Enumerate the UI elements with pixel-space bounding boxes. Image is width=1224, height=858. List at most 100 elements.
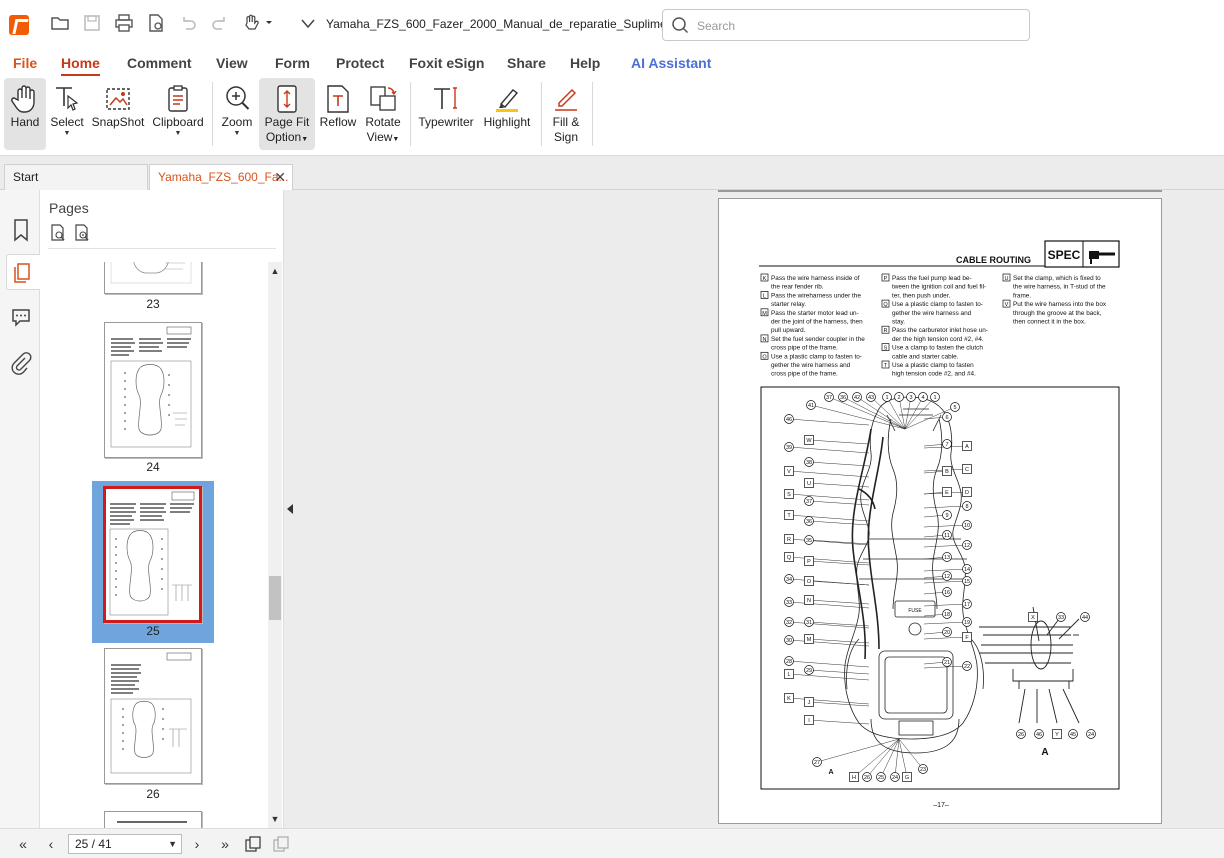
- bookmarks-button[interactable]: [6, 212, 36, 248]
- snapshot-button[interactable]: SnapShot: [90, 78, 146, 150]
- instruction-line: through the groove at the back,: [1013, 310, 1102, 317]
- previous-view-icon[interactable]: [244, 835, 262, 853]
- typewriter-button[interactable]: Typewriter: [416, 78, 476, 150]
- previous-page-icon[interactable]: ‹: [42, 835, 60, 853]
- zoom-icon: [226, 86, 250, 110]
- thumbnail-page-24[interactable]: [104, 322, 202, 458]
- instruction-line: high tension code #2, and #4.: [892, 371, 976, 378]
- next-page-icon[interactable]: ›: [188, 835, 206, 853]
- reflow-button[interactable]: Reflow: [318, 78, 358, 150]
- callout-label: 33: [786, 600, 792, 606]
- inset-caption: A: [1041, 747, 1048, 758]
- thumbnail-page-27[interactable]: [104, 811, 202, 828]
- page-number-select[interactable]: 25 / 41 ▼: [68, 834, 182, 854]
- tab-document[interactable]: Yamaha_FZS_600_Fa... ✕: [149, 164, 293, 190]
- leader-line: [904, 396, 936, 430]
- callout-label: 29: [806, 668, 812, 674]
- menu-comment[interactable]: Comment: [127, 55, 192, 71]
- page-fit-label-2: Option: [265, 130, 302, 144]
- menu-home[interactable]: Home: [61, 55, 100, 76]
- undo-icon[interactable]: [176, 13, 200, 37]
- rotate-view-button[interactable]: Rotate View▼: [362, 78, 404, 150]
- rotate-view-icon: [370, 86, 397, 111]
- hand-tool-dropdown-icon[interactable]: [240, 13, 276, 37]
- pages-panel: Pages 23 24 25 26 ▲ ▼: [40, 190, 284, 828]
- close-tab-icon[interactable]: ✕: [274, 165, 286, 189]
- pages-panel-button[interactable]: [6, 254, 41, 290]
- first-page-icon[interactable]: «: [14, 835, 32, 853]
- bookmark-icon: [14, 219, 28, 242]
- scroll-up-icon[interactable]: ▲: [268, 266, 282, 276]
- page-fit-icon: [277, 85, 297, 113]
- redo-icon[interactable]: [208, 13, 232, 37]
- save-icon[interactable]: [80, 13, 104, 37]
- leader-line: [808, 560, 870, 566]
- properties-icon[interactable]: [144, 13, 168, 37]
- thumbnail-scrollbar[interactable]: [268, 262, 282, 828]
- callout-label: 2: [897, 395, 900, 401]
- instruction-line: cable and starter cable.: [892, 353, 959, 360]
- pages-panel-title: Pages: [49, 200, 89, 216]
- page-zoom-icon[interactable]: [73, 224, 91, 242]
- menu-share[interactable]: Share: [507, 55, 546, 71]
- document-view[interactable]: CABLE ROUTING SPEC K Pass the wire harnes…: [296, 190, 1224, 828]
- instruction-line: ter, then push under.: [892, 292, 950, 299]
- page-fit-option-button[interactable]: Page Fit Option▼: [259, 78, 315, 150]
- print-icon[interactable]: [112, 13, 136, 37]
- callout-label: 30: [786, 638, 792, 644]
- menu-view[interactable]: View: [216, 55, 248, 71]
- menu-ai-assistant[interactable]: AI Assistant: [631, 55, 711, 71]
- insert-page-icon[interactable]: [49, 224, 67, 242]
- scroll-down-icon[interactable]: ▼: [268, 814, 282, 824]
- callout-label: 25: [878, 775, 884, 781]
- fill-sign-icon: [555, 88, 577, 111]
- search-box[interactable]: [662, 9, 1030, 41]
- highlight-button[interactable]: Highlight: [478, 78, 536, 150]
- scrollbar-thumb[interactable]: [269, 576, 281, 620]
- callout-label: H: [852, 775, 856, 781]
- callout-label: 5: [953, 405, 956, 411]
- open-folder-icon[interactable]: [48, 13, 72, 37]
- callout-label: Y: [1055, 732, 1059, 738]
- menu-protect[interactable]: Protect: [336, 55, 384, 71]
- next-view-icon[interactable]: [272, 835, 290, 853]
- search-input[interactable]: [697, 16, 1017, 36]
- comments-button[interactable]: [6, 300, 36, 336]
- customize-dropdown-icon[interactable]: [296, 13, 320, 37]
- callout-label: 36: [840, 395, 846, 401]
- last-page-icon[interactable]: »: [216, 835, 234, 853]
- panel-collapse-handle[interactable]: [284, 190, 296, 828]
- leader-line: [828, 396, 906, 430]
- thumbnail-number: 25: [146, 624, 160, 638]
- leader-line: [816, 738, 900, 763]
- attachments-button[interactable]: [6, 346, 36, 382]
- callout-label: 3: [909, 395, 912, 401]
- zoom-button[interactable]: Zoom ▼: [218, 78, 256, 150]
- item-letter: V: [1005, 302, 1009, 308]
- page-fit-dropdown-icon: ▼: [301, 136, 309, 143]
- menu-help[interactable]: Help: [570, 55, 600, 71]
- tab-start[interactable]: Start: [4, 164, 148, 190]
- menu-foxit-esign[interactable]: Foxit eSign: [409, 55, 484, 71]
- thumbnail-page-25[interactable]: [103, 486, 202, 623]
- page-indicator: 25 / 41: [75, 837, 112, 851]
- foxit-logo-icon[interactable]: [9, 15, 29, 35]
- leader-line: [808, 701, 870, 707]
- callout-label: 27: [814, 760, 820, 766]
- thumbnail-page-26[interactable]: [104, 648, 202, 784]
- hand-button[interactable]: Hand: [4, 78, 46, 150]
- comment-icon: [12, 309, 30, 327]
- callout-label: 15: [964, 579, 970, 585]
- callout-label: K: [787, 696, 791, 702]
- item-letter: R: [884, 328, 888, 334]
- fill-sign-button[interactable]: Fill & Sign: [546, 78, 586, 150]
- hand-icon: [11, 85, 35, 113]
- thumbnail-page-23[interactable]: [104, 262, 202, 294]
- callout-label: 17: [964, 602, 970, 608]
- clipboard-button[interactable]: Clipboard ▼: [150, 78, 206, 150]
- menu-form[interactable]: Form: [275, 55, 310, 71]
- select-button[interactable]: Select ▼: [48, 78, 86, 150]
- menu-file[interactable]: File: [13, 55, 37, 71]
- fuse-label: FUSE: [908, 608, 922, 614]
- instruction-line: starter relay.: [771, 301, 806, 308]
